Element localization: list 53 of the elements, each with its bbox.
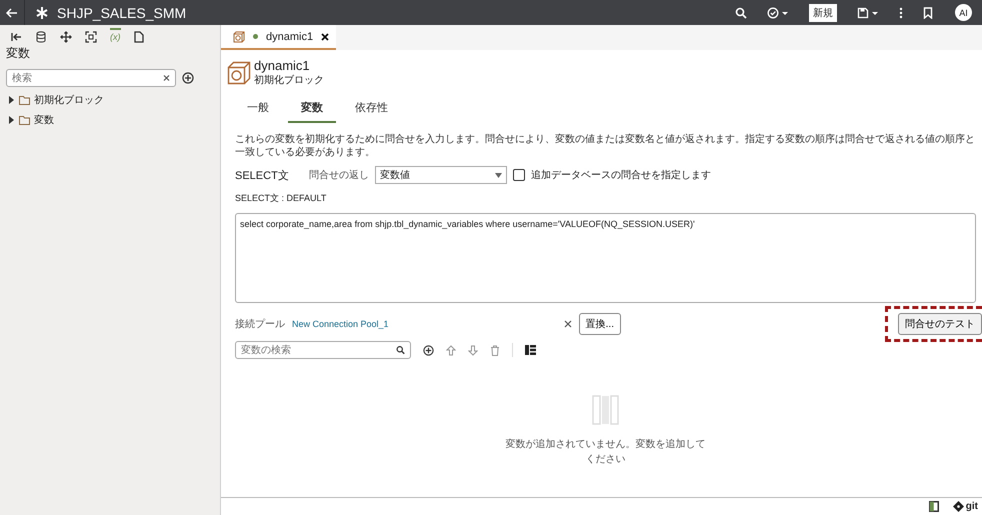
sql-label: SELECT文 : DEFAULT <box>235 192 328 205</box>
git-status[interactable]: git <box>952 501 978 512</box>
new-button[interactable]: 新規 <box>809 4 837 22</box>
pool-label: 接続プール <box>235 318 285 331</box>
expand-icon[interactable] <box>8 96 15 104</box>
description-text: これらの変数を初期化するために問合せを入力します。問合せにより、変数の値または変数名と値が返されます。指定する変数の順序は問合せで返される値の順序と一致している必要があります。 <box>235 133 976 159</box>
clear-icon[interactable] <box>564 320 572 328</box>
block-type: 初期化ブロック <box>254 74 324 87</box>
bookmark-icon[interactable] <box>923 6 933 18</box>
tab[interactable]: 変数 <box>288 96 336 123</box>
panel-icon[interactable] <box>928 501 939 512</box>
checkbox[interactable] <box>513 169 525 181</box>
model-title: SHJP_SALES_SMM <box>57 4 186 20</box>
tab[interactable]: 依存性 <box>342 96 401 123</box>
search-icon[interactable] <box>735 6 747 18</box>
block-icon <box>233 30 245 42</box>
panel-title: 変数 <box>6 45 31 62</box>
add-icon[interactable] <box>182 72 194 84</box>
select-label: SELECT文 <box>235 168 290 182</box>
move-down-icon[interactable] <box>468 344 478 356</box>
block-title: dynamic1 <box>254 58 311 73</box>
sql-editor[interactable]: select corporate_name,area from shjp.tbl_dynamic_variables where username='VALUEOF(NQ_SESSION.USER)' <box>235 213 976 303</box>
pool-link[interactable]: New Connection Pool_1 <box>292 319 389 329</box>
add-icon[interactable] <box>423 344 434 356</box>
caret-icon <box>495 172 502 178</box>
block-icon <box>227 60 251 84</box>
folder-icon <box>19 96 30 104</box>
expand-icon[interactable] <box>8 116 15 124</box>
save-dropdown-icon[interactable] <box>857 6 879 18</box>
tree-item[interactable]: 変数 <box>6 113 214 127</box>
empty-table-icon <box>592 395 620 425</box>
check-dropdown-icon[interactable] <box>767 6 789 18</box>
empty-message: 変数が追加されていません。変数を追加してください <box>506 438 706 467</box>
snowflake-icon <box>35 6 49 20</box>
tree-item[interactable]: 初期化ブロック <box>6 93 214 107</box>
return-label: 問合せの返し <box>309 168 369 182</box>
folder-icon <box>19 116 30 124</box>
user-avatar[interactable]: AI <box>955 4 972 21</box>
search-icon[interactable] <box>396 346 405 354</box>
test-query-button[interactable]: 問合せのテスト <box>898 313 982 335</box>
tab[interactable]: 一般 <box>234 96 282 123</box>
delete-icon[interactable] <box>490 344 500 356</box>
editor-tab[interactable]: dynamic1 <box>221 25 336 50</box>
checkbox-label: 追加データベースの問合せを指定します <box>531 168 711 182</box>
more-icon[interactable] <box>899 6 903 18</box>
variable-search-field[interactable]: 変数の検索 <box>235 341 411 359</box>
columns-icon[interactable] <box>525 345 536 355</box>
move-up-icon[interactable] <box>446 344 456 356</box>
return-dropdown[interactable]: 変数値 <box>375 166 507 184</box>
clear-icon[interactable] <box>163 74 170 82</box>
replace-button[interactable]: 置換... <box>578 313 621 335</box>
search-field[interactable]: 検索 <box>6 69 176 87</box>
close-icon[interactable] <box>321 32 330 40</box>
